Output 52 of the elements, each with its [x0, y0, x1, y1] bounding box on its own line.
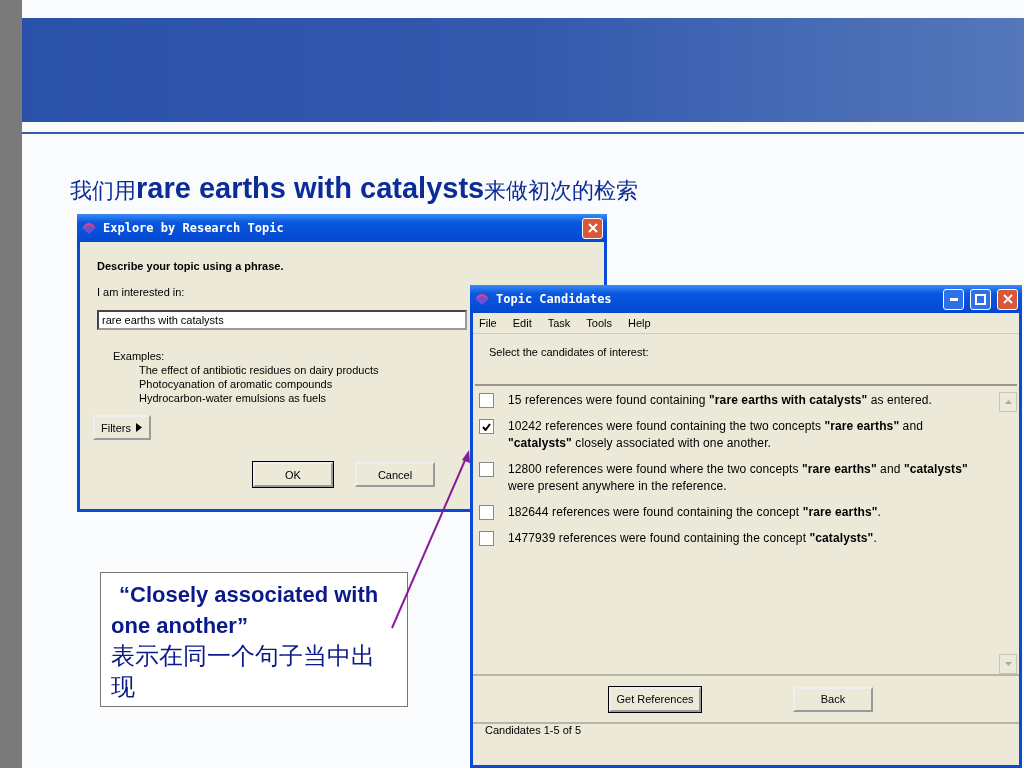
example-text: The effect of antibiotic residues on dairy products [139, 364, 379, 376]
topic-input[interactable]: rare earths with catalysts [97, 310, 467, 330]
close-icon [587, 223, 598, 233]
candidate-checkbox[interactable] [479, 419, 494, 434]
candidate-text: 10242 references were found containing the two concepts "rare earths" and "catalysts" closely associated with one another. [508, 418, 924, 452]
example-text: Hydrocarbon-water emulsions as fuels [139, 392, 327, 404]
candidate-text: 182644 references were found containing the concept "rare earths". [508, 504, 882, 521]
slide-title: 我们用 [70, 177, 136, 205]
close-icon [1002, 294, 1013, 304]
candidate-checkbox[interactable] [479, 393, 494, 408]
window-title: Explore by Research Topic [103, 221, 285, 235]
candidate-checkbox[interactable] [479, 531, 494, 546]
callout-quote: “Closely associated with one another” [111, 581, 380, 640]
get-references-button[interactable]: Get References [609, 686, 701, 712]
examples-label: Examples: [113, 350, 165, 362]
callout-note: 表示在同一个句子当中出现 [111, 641, 376, 703]
prompt-heading: Describe your topic using a phrase. [97, 260, 284, 272]
menu-item[interactable]: Help [628, 317, 651, 329]
example-text: Photocyanation of aromatic compounds [139, 378, 333, 390]
minimize-icon [949, 297, 958, 301]
check-icon [482, 422, 491, 431]
instruction-text: Select the candidates of interest: [488, 345, 649, 360]
menu-item[interactable]: Tools [586, 317, 612, 329]
scroll-down-button[interactable] [999, 654, 1017, 674]
maximize-icon [975, 293, 986, 305]
triangle-icon [135, 423, 142, 432]
app-icon [81, 221, 97, 235]
candidate-text: 15 references were found containing "rare earths with catalysts" as entered. [508, 392, 933, 409]
back-button[interactable]: Back [793, 686, 873, 712]
close-button[interactable] [997, 288, 1018, 310]
candidate-text: 12800 references were found where the two concepts "rare earths" and "catalysts" were present anywhere in the reference. [508, 461, 969, 495]
ok-button[interactable]: OK [253, 462, 333, 487]
filters-button[interactable]: Filters [93, 415, 151, 440]
down-arrow-icon [1004, 662, 1012, 666]
cancel-button[interactable]: Cancel [355, 462, 435, 487]
minimize-button[interactable] [943, 288, 964, 310]
candidate-checkbox[interactable] [479, 505, 494, 520]
up-arrow-icon [1004, 400, 1012, 404]
menu-item[interactable]: File [479, 317, 497, 329]
maximize-button[interactable] [970, 288, 991, 310]
menu-item[interactable]: Task [547, 317, 571, 329]
candidate-checkbox[interactable] [479, 462, 494, 477]
slide-title-suffix: 来做初次的检索 [484, 178, 639, 203]
status-text: Candidates 1-5 of 5 [485, 724, 581, 736]
scroll-up-button[interactable] [999, 392, 1017, 412]
slide-title-emphasis: rare earths with catalysts [136, 172, 485, 205]
field-label: I am interested in: [97, 286, 185, 298]
candidate-text: 1477939 references were found containing the concept "catalysts". [508, 530, 878, 547]
window-title: Topic Candidates [496, 292, 613, 306]
menu-item[interactable]: Edit [512, 317, 532, 329]
app-icon [474, 292, 490, 306]
close-button[interactable] [582, 217, 603, 239]
